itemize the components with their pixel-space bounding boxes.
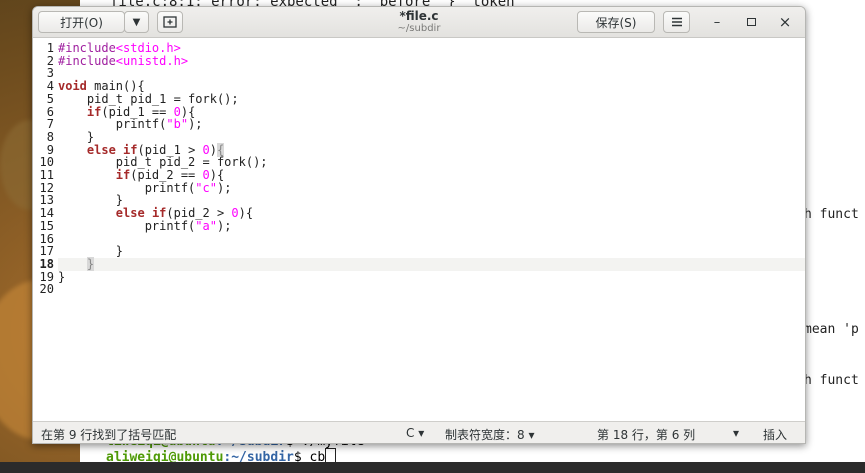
code-line[interactable]: } bbox=[58, 131, 805, 144]
close-icon: × bbox=[778, 13, 792, 31]
line-number: 18 bbox=[39, 256, 54, 271]
line-number: 15 bbox=[39, 218, 54, 233]
code-line[interactable]: } bbox=[58, 256, 805, 271]
chevron-down-icon: ▾ bbox=[528, 428, 535, 442]
maximize-icon bbox=[746, 18, 756, 26]
line-number: 7 bbox=[46, 117, 54, 132]
terminal-text-fragment: h funct bbox=[804, 207, 859, 222]
terminal-cursor bbox=[325, 448, 337, 463]
header-bar: 打开(O) ▼ *file.c ~/subdir 保存(S) – × bbox=[33, 7, 805, 38]
window-title: *file.c bbox=[399, 9, 439, 23]
code-line[interactable]: pid_t pid_1 = fork(); bbox=[58, 93, 805, 106]
line-number: 1 bbox=[46, 41, 54, 55]
minimize-icon: – bbox=[713, 14, 721, 30]
line-number-gutter: 1 2 3 4 5 6 7 8 9 10 11 12 13 14 15 16 17 18 19 20 bbox=[33, 38, 58, 421]
code-line[interactable] bbox=[58, 233, 805, 246]
terminal-text-fragment: h funct bbox=[804, 373, 859, 388]
code-line[interactable]: printf("a"); bbox=[58, 219, 805, 233]
open-button[interactable]: 打开(O) bbox=[38, 11, 125, 33]
code-line[interactable]: else if(pid_2 > 0){ bbox=[58, 207, 805, 220]
code-line[interactable]: } bbox=[58, 245, 805, 258]
language-selector[interactable]: C ▾ bbox=[406, 426, 424, 440]
tab-width-selector[interactable]: 制表符宽度：8 ▾ bbox=[445, 426, 535, 443]
code-line[interactable]: } bbox=[58, 270, 805, 284]
chevron-down-icon: ▾ bbox=[418, 426, 425, 440]
position-dropdown[interactable]: ▾ bbox=[733, 426, 739, 440]
desktop-dark-strip bbox=[0, 462, 865, 473]
line-number: 20 bbox=[39, 282, 54, 297]
line-number: 5 bbox=[46, 91, 54, 106]
chevron-down-icon: ▼ bbox=[132, 16, 141, 28]
line-number: 4 bbox=[46, 79, 54, 94]
line-number: 14 bbox=[39, 206, 54, 221]
gedit-window[interactable]: 打开(O) ▼ *file.c ~/subdir 保存(S) – × 1 2 3… bbox=[32, 6, 806, 444]
bracket-match-close: } bbox=[86, 256, 95, 271]
cursor-position: 第 18 行，第 6 列 bbox=[597, 428, 696, 442]
line-number: 11 bbox=[39, 168, 54, 182]
minimize-button[interactable]: – bbox=[707, 12, 727, 32]
code-editor[interactable]: 1 2 3 4 5 6 7 8 9 10 11 12 13 14 15 16 17 18 19 20 #include… bbox=[33, 38, 805, 421]
window-subtitle: ~/subdir bbox=[397, 23, 441, 34]
code-line[interactable] bbox=[58, 283, 805, 296]
code-line[interactable]: #include<unistd.h> bbox=[58, 54, 805, 68]
close-button[interactable]: × bbox=[775, 12, 795, 32]
new-document-icon bbox=[163, 16, 177, 28]
save-button-label: 保存(S) bbox=[595, 15, 637, 30]
open-button-label: 打开(O) bbox=[60, 15, 103, 30]
code-line[interactable]: void main(){ bbox=[58, 80, 805, 93]
hamburger-icon bbox=[671, 17, 682, 27]
new-tab-button[interactable] bbox=[157, 11, 183, 33]
open-dropdown-button[interactable]: ▼ bbox=[124, 11, 149, 33]
insert-mode-indicator[interactable]: 插入 bbox=[763, 426, 787, 443]
status-bar: 在第 9 行找到了括号匹配 C ▾ 制表符宽度：8 ▾ 第 18 行，第 6 列… bbox=[33, 421, 805, 443]
maximize-button[interactable] bbox=[741, 12, 761, 32]
code-line[interactable]: printf("c"); bbox=[58, 181, 805, 195]
code-line[interactable]: printf("b"); bbox=[58, 118, 805, 131]
line-number: 8 bbox=[46, 129, 54, 144]
menu-button[interactable] bbox=[663, 11, 690, 33]
code-line[interactable]: if(pid_2 == 0){ bbox=[58, 169, 805, 182]
terminal-text-fragment: mean 'p bbox=[804, 322, 859, 337]
status-message: 在第 9 行找到了括号匹配 bbox=[41, 428, 177, 442]
window-title-block: *file.c ~/subdir bbox=[333, 9, 505, 35]
line-number: 17 bbox=[39, 244, 54, 259]
code-line[interactable] bbox=[58, 67, 805, 80]
save-button[interactable]: 保存(S) bbox=[577, 11, 655, 33]
chevron-down-icon: ▾ bbox=[733, 426, 740, 440]
